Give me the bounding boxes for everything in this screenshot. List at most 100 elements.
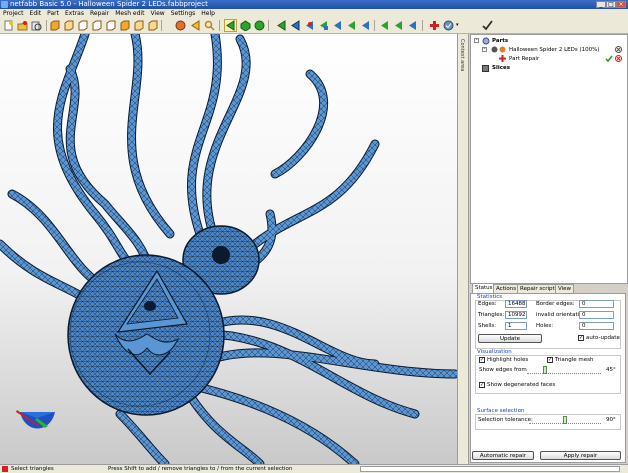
shrink-selection-icon[interactable] xyxy=(360,20,371,31)
project-tree: - Parts - Halloween Spider 2 LEDs (100%)… xyxy=(470,34,628,284)
maximize-button[interactable]: □ xyxy=(606,1,616,8)
new-project-icon[interactable] xyxy=(3,20,14,31)
context-area-label: Context area xyxy=(459,39,465,72)
shells-label: Shells: xyxy=(478,323,497,329)
expand-toggle-icon[interactable]: - xyxy=(474,38,479,43)
menu-project[interactable]: Project xyxy=(0,9,27,18)
part-status-icon xyxy=(499,46,506,53)
show-degenerated-label: Show degenerated faces xyxy=(487,382,556,388)
part-visibility-icon[interactable] xyxy=(491,46,498,53)
repair-cross-tree-icon xyxy=(499,55,506,62)
view-iso-icon[interactable] xyxy=(133,20,144,31)
view-right-icon[interactable] xyxy=(91,20,102,31)
triangles-label: Triangles: xyxy=(478,312,505,318)
view-back-icon[interactable] xyxy=(63,20,74,31)
triangle-tool-a-icon[interactable] xyxy=(379,20,390,31)
invert-selection-icon[interactable] xyxy=(318,20,329,31)
axis-gizmo-icon xyxy=(16,410,55,429)
edges-value: 16488 xyxy=(505,300,527,308)
select-all-icon[interactable] xyxy=(332,20,343,31)
tree-part-name[interactable]: Halloween Spider 2 LEDs (100%) xyxy=(509,46,599,54)
highlight-holes-checkbox[interactable]: ✓ xyxy=(479,357,485,363)
triangle-mesh-label: Triangle mesh xyxy=(555,357,594,363)
progress-field xyxy=(360,466,620,472)
apply-check-icon[interactable] xyxy=(482,20,493,31)
menu-help[interactable]: Help xyxy=(198,9,218,18)
3d-viewport[interactable] xyxy=(0,34,457,464)
add-part-icon[interactable] xyxy=(31,20,42,31)
auto-update-label: auto-update xyxy=(586,335,620,341)
select-surface-icon[interactable] xyxy=(240,20,251,31)
selection-tolerance-label: Selection tolerance: xyxy=(478,417,533,423)
show-edges-slider[interactable] xyxy=(527,366,601,374)
show-edges-slider-thumb[interactable] xyxy=(543,366,547,374)
zoom-icon[interactable] xyxy=(204,20,215,31)
holes-value: 0 xyxy=(579,322,614,330)
menu-settings[interactable]: Settings xyxy=(168,9,199,18)
part-expand-toggle-icon[interactable]: - xyxy=(482,47,487,52)
menu-part[interactable]: Part xyxy=(44,9,62,18)
select-shell-icon[interactable] xyxy=(254,20,265,31)
triangle-tool-b-icon[interactable] xyxy=(393,20,404,31)
open-project-icon[interactable] xyxy=(17,20,28,31)
show-edges-value: 45° xyxy=(606,367,616,373)
slices-icon xyxy=(482,65,489,72)
repair-confirm-icon[interactable] xyxy=(605,55,613,62)
tree-slices-label[interactable]: Slices xyxy=(492,64,510,72)
selection-tolerance-slider[interactable] xyxy=(529,416,601,424)
minimize-button[interactable]: _ xyxy=(596,1,606,8)
update-button[interactable]: Update xyxy=(478,334,542,343)
menu-repair[interactable]: Repair xyxy=(87,9,112,18)
repair-status-icon[interactable] xyxy=(443,20,454,31)
close-button[interactable]: × xyxy=(616,1,626,8)
view-top-icon[interactable] xyxy=(105,20,116,31)
holes-label: Holes: xyxy=(536,323,554,329)
show-edges-label: Show edges from xyxy=(479,367,527,373)
window-title-bar: netfabb Basic 5.0 - Halloween Spider 2 L… xyxy=(0,0,628,9)
edges-label: Edges: xyxy=(478,301,497,307)
border-edges-value: 0 xyxy=(579,300,614,308)
selection-tolerance-slider-thumb[interactable] xyxy=(563,416,567,424)
highlight-holes-label: Highlight holes xyxy=(487,357,529,363)
select-special-icon[interactable] xyxy=(304,20,315,31)
invalid-orientation-value: 0 xyxy=(579,311,614,319)
menu-edit[interactable]: Edit xyxy=(27,9,45,18)
grow-selection-icon[interactable] xyxy=(346,20,357,31)
menu-extras[interactable]: Extras xyxy=(62,9,87,18)
deselect-icon[interactable] xyxy=(276,20,287,31)
view-front-icon[interactable] xyxy=(49,20,60,31)
select-edge-icon[interactable] xyxy=(290,20,301,31)
tree-parts-label[interactable]: Parts xyxy=(492,37,508,45)
repair-dropdown-arrow-icon[interactable]: ▾ xyxy=(456,22,459,28)
triangle-tool-c-icon[interactable] xyxy=(407,20,418,31)
status-panel: Statistics Edges: 16488 Border edges: 0 … xyxy=(470,293,626,463)
toolbar: ▾ xyxy=(0,18,628,34)
repair-cancel-icon[interactable] xyxy=(615,55,622,62)
context-area-strip[interactable]: Context area xyxy=(457,34,469,464)
window-title: netfabb Basic 5.0 - Halloween Spider 2 L… xyxy=(10,0,208,8)
repair-cross-icon[interactable] xyxy=(429,20,440,31)
auto-update-checkbox[interactable]: ✓ xyxy=(578,335,584,341)
triangles-value: 10992 xyxy=(505,311,527,319)
border-edges-label: Border edges: xyxy=(536,301,575,307)
status-indicator-icon xyxy=(2,466,8,472)
shells-value: 1 xyxy=(505,322,527,330)
view-bottom-icon[interactable] xyxy=(119,20,130,31)
parts-folder-icon xyxy=(482,37,490,45)
select-triangles-icon[interactable] xyxy=(224,19,237,32)
triangle-mesh-checkbox[interactable]: ✓ xyxy=(547,357,553,363)
tree-part-repair[interactable]: Part Repair xyxy=(509,55,539,63)
app-icon xyxy=(1,1,8,8)
menu-view[interactable]: View xyxy=(147,9,167,18)
part-remove-icon[interactable] xyxy=(615,46,622,53)
automatic-repair-button[interactable]: Automatic repair xyxy=(472,451,534,460)
selection-tolerance-value: 90° xyxy=(606,417,616,423)
view-iso2-icon[interactable] xyxy=(147,20,158,31)
spider-mesh-model xyxy=(0,34,457,464)
apply-repair-button[interactable]: Apply repair xyxy=(540,451,621,460)
pan-icon[interactable] xyxy=(190,20,201,31)
menu-mesh-edit[interactable]: Mesh edit xyxy=(112,9,147,18)
view-left-icon[interactable] xyxy=(77,20,88,31)
show-degenerated-checkbox[interactable]: ✓ xyxy=(479,382,485,388)
shading-icon[interactable] xyxy=(175,20,186,31)
